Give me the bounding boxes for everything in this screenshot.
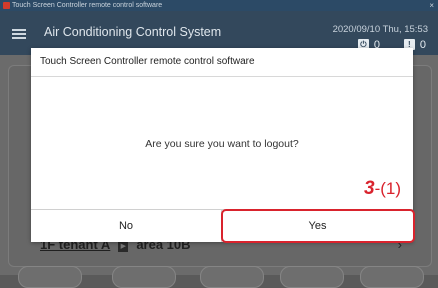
step-number: 3 bbox=[364, 178, 375, 199]
datetime-display: 2020/09/10 Thu, 15:53 bbox=[332, 24, 428, 35]
system-title: Air Conditioning Control System bbox=[44, 25, 222, 39]
play-arrow-icon: ▶ bbox=[118, 242, 129, 252]
dialog-title: Touch Screen Controller remote control s… bbox=[40, 56, 255, 67]
filter-pill[interactable] bbox=[18, 266, 82, 288]
alert-count: 0 bbox=[419, 39, 426, 51]
filter-pill[interactable] bbox=[280, 266, 344, 288]
no-button[interactable]: No bbox=[31, 210, 222, 242]
step-sub: -(1) bbox=[374, 179, 402, 198]
dialog-divider bbox=[31, 76, 413, 77]
hamburger-menu-icon[interactable] bbox=[12, 29, 26, 39]
dialog-message: Are you sure you want to logout? bbox=[145, 138, 299, 150]
app-icon bbox=[3, 2, 10, 9]
filter-pill[interactable] bbox=[112, 266, 176, 288]
step-annotation: 3-(1) bbox=[364, 178, 401, 200]
window-close-button[interactable]: × bbox=[429, 0, 434, 11]
yes-button-highlight bbox=[221, 209, 415, 243]
filter-pill[interactable] bbox=[200, 266, 264, 288]
filter-pill[interactable] bbox=[360, 266, 424, 288]
window-title: Touch Screen Controller remote control s… bbox=[12, 2, 163, 9]
window-titlebar: Touch Screen Controller remote control s… bbox=[0, 0, 438, 11]
